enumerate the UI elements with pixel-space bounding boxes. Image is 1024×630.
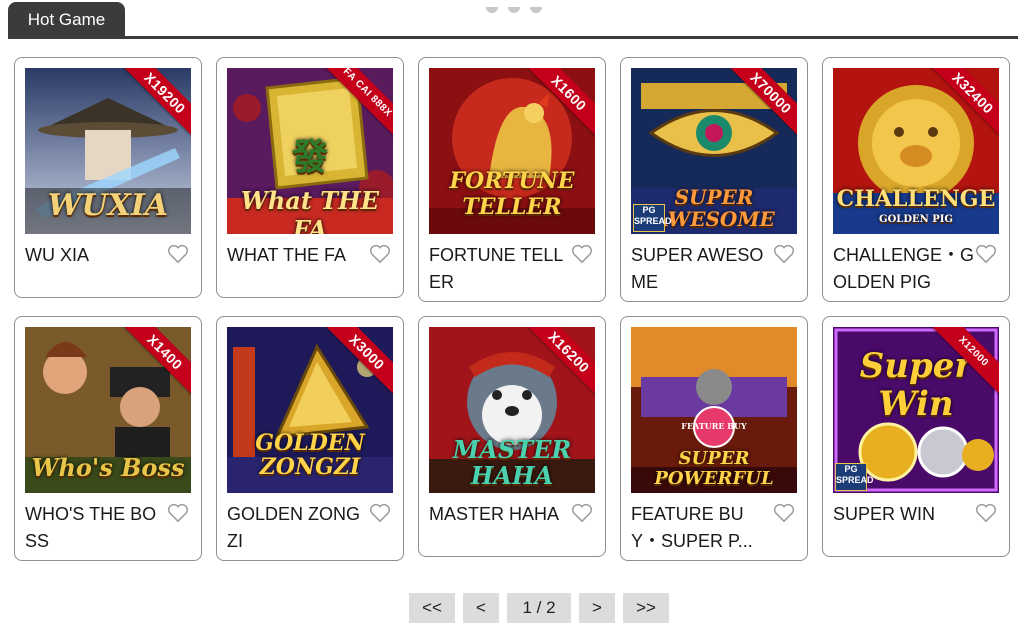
first-page-button[interactable]: << — [409, 593, 455, 623]
game-title: FEATURE BUY・SUPER P... — [631, 504, 753, 551]
game-thumbnail[interactable]: GOLDEN ZONGZI X3000 — [227, 327, 393, 493]
game-title: GOLDEN ZONGZI — [227, 504, 361, 551]
game-card[interactable]: WUXIA X19200 WU XIA — [14, 57, 202, 298]
game-logo: WUXIA — [47, 188, 169, 223]
heart-icon[interactable] — [975, 503, 997, 523]
game-title: SUPER WIN — [833, 504, 936, 524]
game-card[interactable]: CHALLENGE GOLDEN PIG X32400 CHALLENGE・GO… — [822, 57, 1010, 302]
heart-icon[interactable] — [167, 244, 189, 264]
mahjong-glyph-icon: 發 — [291, 136, 328, 178]
game-card[interactable]: Who's Boss X1400 WHO'S THE BOSS — [14, 316, 202, 561]
game-thumbnail[interactable]: SUPER AWESOME PG SPREAD X70000 — [631, 68, 797, 234]
game-thumbnail[interactable]: Super Win PG SPREAD X12000 — [833, 327, 999, 493]
carousel-dot[interactable] — [530, 7, 542, 13]
game-logo: MASTER HAHA — [452, 435, 572, 490]
heart-icon[interactable] — [571, 503, 593, 523]
game-title: WHAT THE FA — [227, 245, 347, 265]
game-thumbnail[interactable]: FORTUNE TELLER X1600 — [429, 68, 595, 234]
game-card[interactable]: SUPER AWESOME PG SPREAD X70000 SUPER AWE… — [620, 57, 808, 302]
game-card[interactable]: FEATURE BUY SUPER POWERFUL FEATURE BUY・S… — [620, 316, 808, 561]
heart-icon[interactable] — [369, 244, 391, 264]
game-sublogo: GOLDEN PIG — [879, 214, 953, 225]
game-card[interactable]: Super Win PG SPREAD X12000 SUPER WIN — [822, 316, 1010, 557]
game-thumbnail[interactable]: MASTER HAHA X16200 — [429, 327, 595, 493]
game-thumbnail[interactable]: FEATURE BUY SUPER POWERFUL — [631, 327, 797, 493]
game-thumbnail[interactable]: 發 What THE FA FA CAI 888X — [227, 68, 393, 234]
game-card[interactable]: MASTER HAHA X16200 MASTER HAHA — [418, 316, 606, 557]
game-logo: FORTUNE TELLER — [449, 168, 575, 220]
heart-icon[interactable] — [773, 503, 795, 523]
game-thumbnail[interactable]: Who's Boss X1400 — [25, 327, 191, 493]
page-indicator: 1 / 2 — [507, 593, 571, 623]
pg-spread-badge: PG SPREAD — [835, 463, 874, 491]
heart-icon[interactable] — [571, 244, 593, 264]
heart-icon[interactable] — [975, 244, 997, 264]
game-title: FORTUNE TELLER — [429, 245, 564, 292]
tab-underline — [8, 36, 1018, 39]
game-logo: What THE FA — [240, 186, 380, 234]
tab-bar: Hot Game — [8, 0, 1018, 40]
game-thumbnail[interactable]: WUXIA X19200 — [25, 68, 191, 234]
game-title: WHO'S THE BOSS — [25, 504, 157, 551]
game-logo: GOLDEN ZONGZI — [255, 430, 365, 480]
game-logo: SUPER POWERFUL — [654, 448, 774, 489]
feature-buy-badge: FEATURE BUY — [681, 421, 747, 431]
game-title: MASTER HAHA — [429, 504, 560, 524]
last-page-button[interactable]: >> — [623, 593, 669, 623]
game-logo: Who's Boss — [31, 453, 185, 482]
game-card[interactable]: FORTUNE TELLER X1600 FORTUNE TELLER — [418, 57, 606, 302]
game-title: SUPER AWESOME — [631, 245, 764, 292]
game-logo: CHALLENGE — [836, 186, 996, 212]
heart-icon[interactable] — [167, 503, 189, 523]
carousel-dot[interactable] — [486, 7, 498, 13]
heart-icon[interactable] — [773, 244, 795, 264]
game-card[interactable]: GOLDEN ZONGZI X3000 GOLDEN ZONGZI — [216, 316, 404, 561]
pg-spread-badge: PG SPREAD — [633, 204, 672, 232]
carousel-dots — [486, 0, 552, 18]
next-page-button[interactable]: > — [579, 593, 615, 623]
prev-page-button[interactable]: < — [463, 593, 499, 623]
heart-icon[interactable] — [369, 503, 391, 523]
game-card[interactable]: 發 What THE FA FA CAI 888X WHAT THE FA — [216, 57, 404, 298]
game-title: WU XIA — [25, 245, 90, 265]
carousel-dot[interactable] — [508, 7, 520, 13]
tab-hot-game[interactable]: Hot Game — [8, 2, 125, 38]
game-thumbnail[interactable]: CHALLENGE GOLDEN PIG X32400 — [833, 68, 999, 234]
game-title: CHALLENGE・GOLDEN PIG — [833, 245, 975, 292]
